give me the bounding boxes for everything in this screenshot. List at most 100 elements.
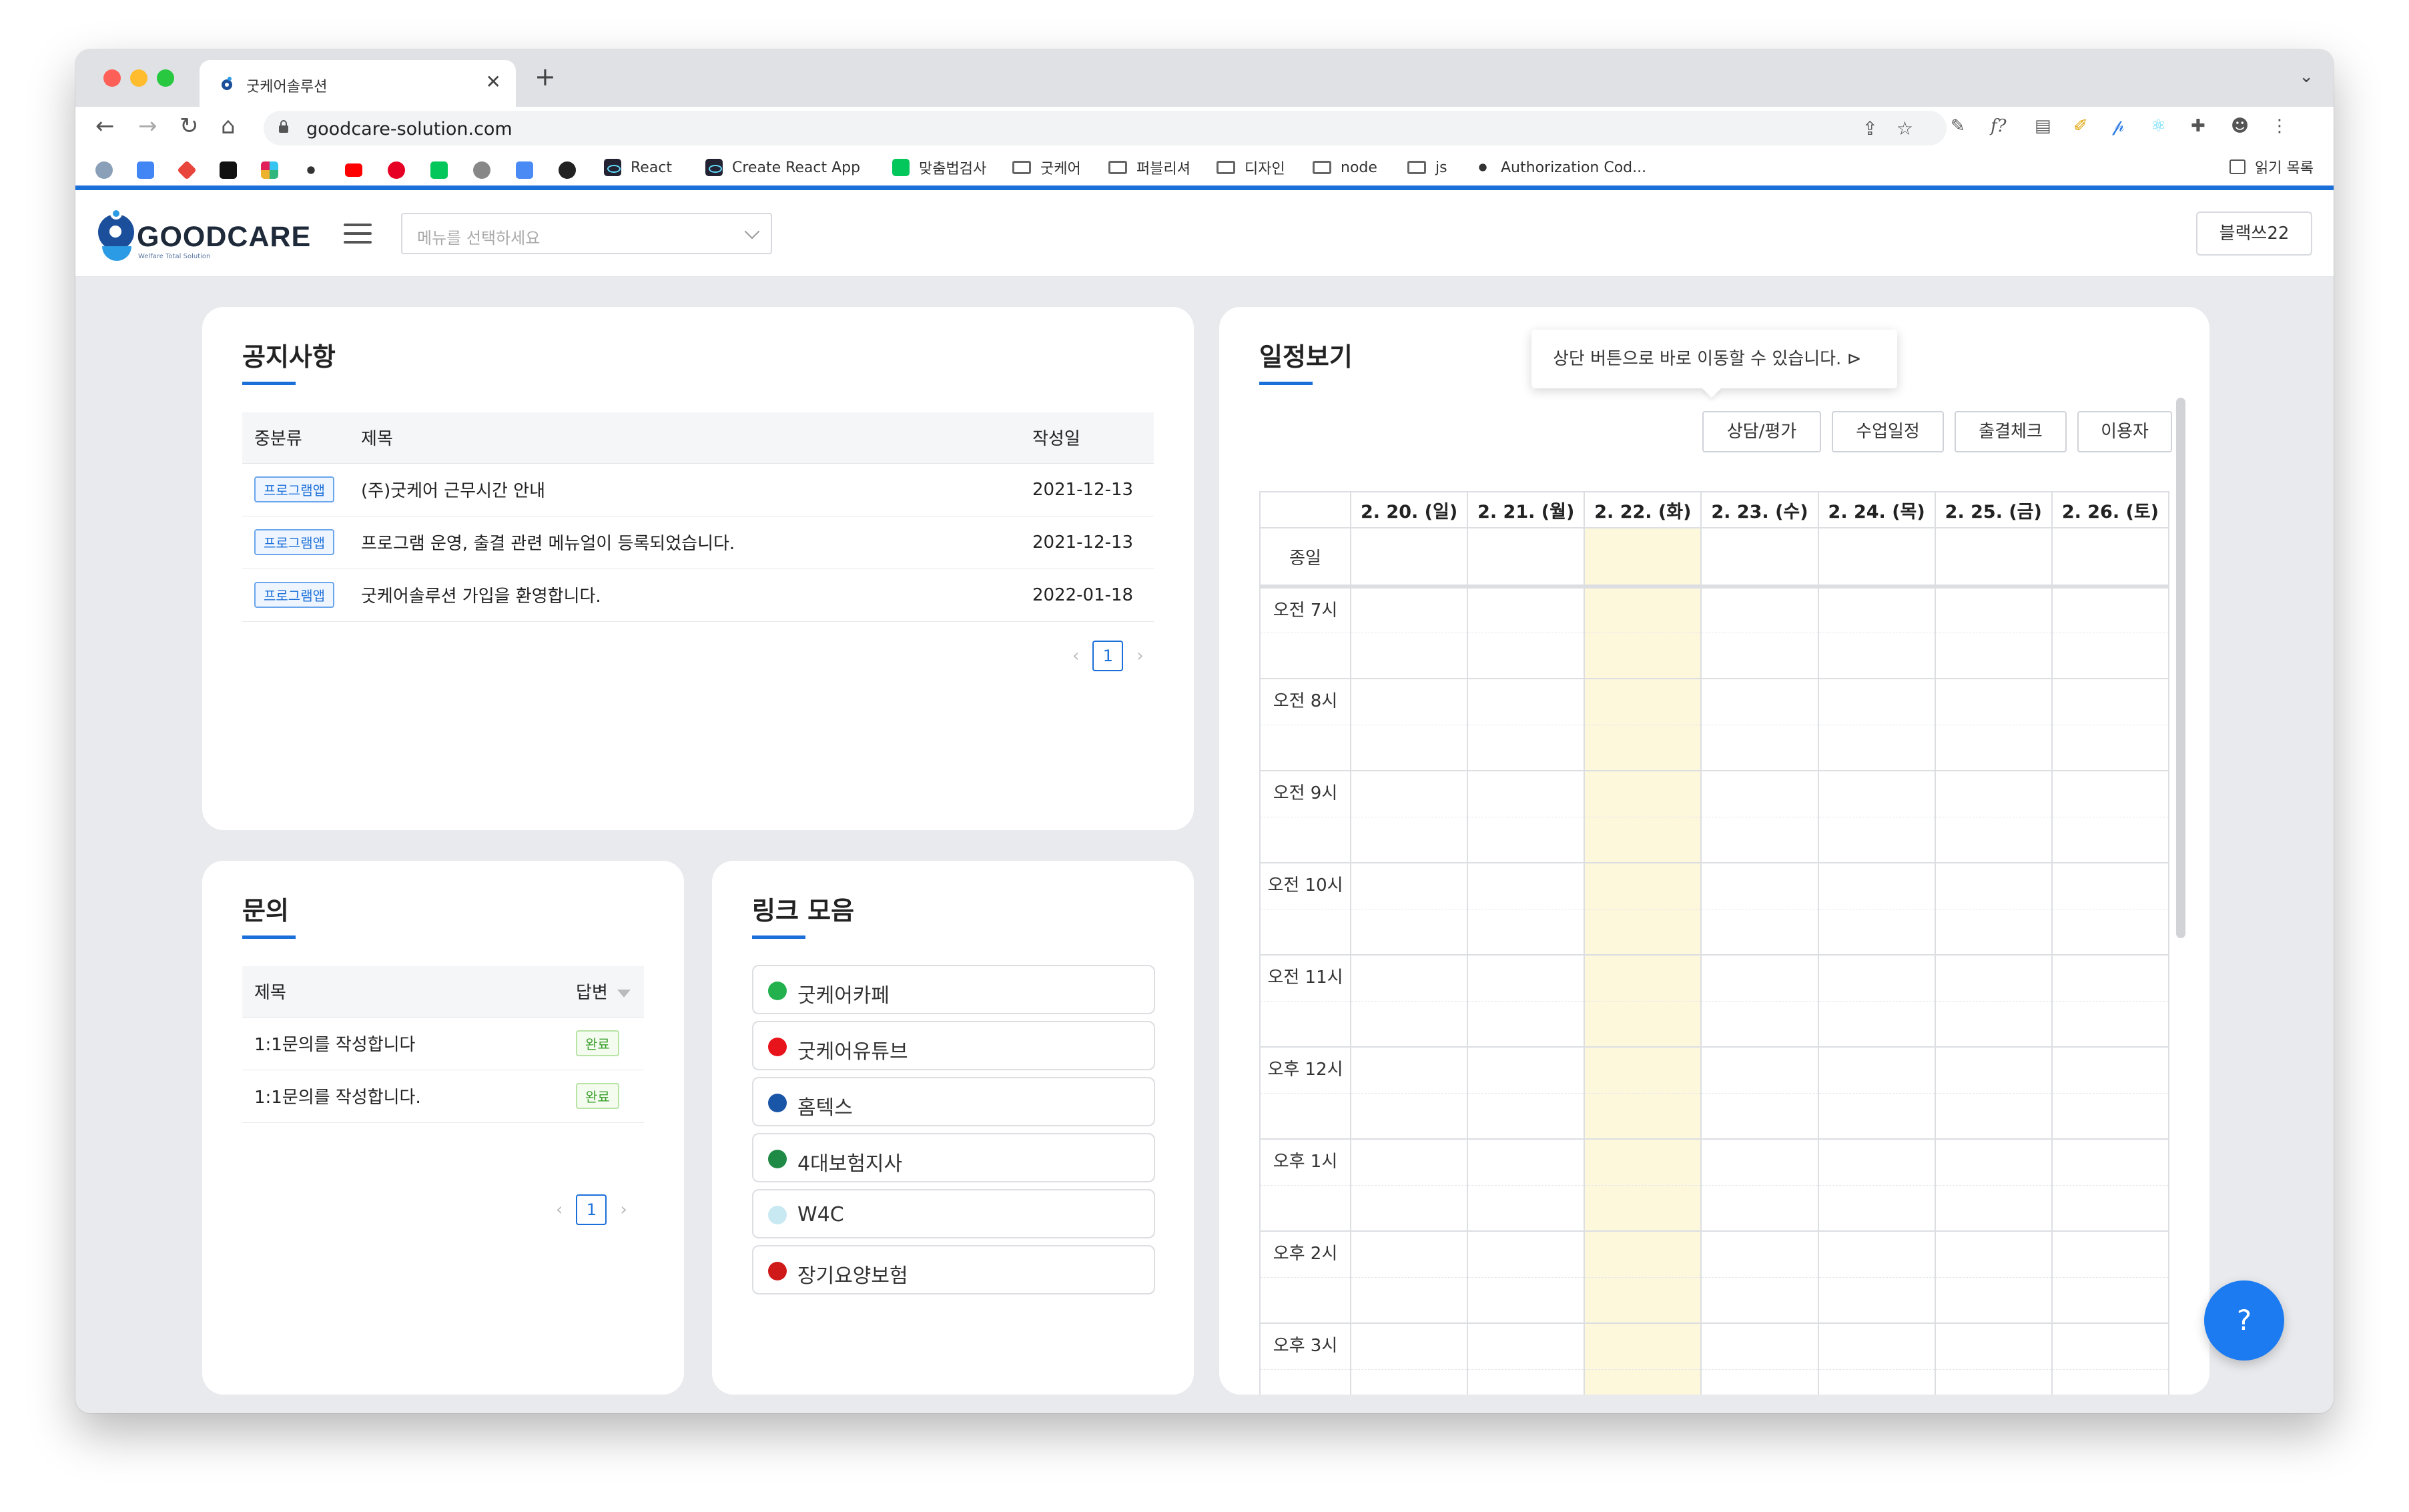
calendar-slot[interactable] [1700, 1323, 1819, 1370]
calendar-slot[interactable] [1700, 587, 1819, 633]
calendar-slot[interactable] [1584, 863, 1702, 909]
calendar-slot[interactable] [1817, 1369, 1936, 1395]
next-page-icon[interactable]: › [620, 1200, 627, 1220]
calendar-slot[interactable] [1349, 817, 1469, 863]
bookmark-folder-node[interactable]: node [1313, 156, 1377, 179]
notice-row-title[interactable]: 굿케어솔루션 가입을 환영합니다. [349, 569, 1020, 622]
calendar-slot[interactable] [2051, 817, 2170, 863]
bookmark-authorization[interactable]: Authorization Cod... [1474, 156, 1646, 179]
calendar-slot[interactable] [1467, 817, 1586, 863]
bookmark-folder-goodcare[interactable]: 굿케어 [1012, 156, 1081, 179]
calendar-slot[interactable] [1467, 1323, 1586, 1370]
link-item[interactable]: 굿케어카페 [752, 965, 1155, 1014]
filter-icon[interactable] [617, 989, 631, 998]
attendance-button[interactable]: 출결체크 [1955, 411, 2067, 452]
calendar-slot[interactable] [1700, 725, 1819, 771]
calendar-slot[interactable] [1934, 955, 2053, 1002]
calendar-slot[interactable] [1934, 1001, 2053, 1048]
calendar-slot[interactable] [2051, 1093, 2170, 1140]
bookmark-folder-publisher[interactable]: 퍼블리셔 [1108, 156, 1190, 179]
calendar-slot[interactable] [1934, 1185, 2053, 1232]
calendar-slot[interactable] [2051, 771, 2170, 817]
counseling-button[interactable]: 상담/평가 [1702, 411, 1821, 452]
calendar-slot[interactable] [1349, 1277, 1469, 1324]
calendar-slot[interactable] [1700, 1369, 1819, 1395]
calendar-slot[interactable] [1349, 1231, 1469, 1278]
class-schedule-button[interactable]: 수업일정 [1832, 411, 1944, 452]
calendar-slot[interactable] [1467, 955, 1586, 1002]
calendar-slot[interactable] [1817, 771, 1936, 817]
table-row[interactable]: 프로그램앱 프로그램 운영, 출결 관련 메뉴얼이 등록되었습니다. 2021-… [242, 516, 1154, 569]
bookmark-folder-js[interactable]: js [1407, 156, 1447, 179]
calendar-slot[interactable] [1467, 1231, 1586, 1278]
font-extension-icon[interactable]: f? [1991, 117, 2007, 135]
help-button[interactable]: ? [2204, 1280, 2284, 1361]
column-header-answer[interactable]: 답변 [564, 966, 644, 1018]
highlighter-extension-icon[interactable]: ✐ [2073, 117, 2088, 135]
calendar-slot[interactable] [2051, 725, 2170, 771]
bookmark-calendar-icon[interactable] [137, 161, 154, 179]
calendar-slot[interactable] [2051, 1001, 2170, 1048]
calendar-slot[interactable] [2051, 587, 2170, 633]
calendar-slot[interactable] [2051, 679, 2170, 725]
calendar-slot[interactable] [1467, 909, 1586, 956]
users-button[interactable]: 이용자 [2077, 411, 2172, 452]
bookmark-react[interactable]: React [604, 156, 672, 179]
calendar-slot[interactable] [2051, 1369, 2170, 1395]
link-item[interactable]: 굿케어유튜브 [752, 1021, 1155, 1070]
reload-icon[interactable]: ↻ [180, 115, 199, 137]
calendar-slot[interactable] [1467, 679, 1586, 725]
calendar-slot[interactable] [1817, 1139, 1936, 1186]
close-tab-icon[interactable]: ✕ [486, 71, 501, 93]
browser-menu-icon[interactable]: ⋮ [2271, 117, 2288, 135]
scrollbar[interactable] [2176, 398, 2185, 938]
bookmark-apple-icon[interactable] [473, 161, 490, 179]
calendar-slot[interactable] [2051, 1231, 2170, 1278]
calendar-slot[interactable] [1467, 1185, 1586, 1232]
home-icon[interactable]: ⌂ [221, 115, 236, 137]
calendar-slot[interactable] [1934, 1369, 2053, 1395]
notice-row-title[interactable]: (주)굿케어 근무시간 안내 [349, 463, 1020, 516]
calendar-slot[interactable] [1584, 1185, 1702, 1232]
calendar-slot[interactable] [1934, 771, 2053, 817]
calendar-slot[interactable] [2051, 1277, 2170, 1324]
bookmark-create-react-app[interactable]: Create React App [705, 156, 860, 179]
calendar-slot[interactable] [1584, 633, 1702, 679]
calendar-slot[interactable] [1700, 955, 1819, 1002]
calendar-slot[interactable] [1700, 771, 1819, 817]
calendar-slot[interactable] [1584, 1323, 1702, 1370]
next-page-icon[interactable]: › [1136, 646, 1143, 666]
calendar-slot[interactable] [2051, 909, 2170, 956]
calendar-slot[interactable] [1817, 587, 1936, 633]
calendar-slot[interactable] [1584, 1001, 1702, 1048]
inquiry-row-title[interactable]: 1:1문의를 작성합니다 [242, 1017, 564, 1070]
calendar-slot[interactable] [1934, 587, 2053, 633]
calendar-slot[interactable] [1467, 1277, 1586, 1324]
bookmark-folder-design[interactable]: 디자인 [1217, 156, 1285, 179]
calendar-slot[interactable] [1584, 725, 1702, 771]
page-number-button[interactable]: 1 [1092, 641, 1124, 671]
calendar-slot[interactable] [1817, 1001, 1936, 1048]
calendar-slot[interactable] [1584, 1139, 1702, 1186]
close-window-button[interactable] [103, 69, 121, 87]
calendar-slot[interactable] [1817, 679, 1936, 725]
minimize-window-button[interactable] [130, 69, 147, 87]
calendar-slot[interactable] [1817, 1277, 1936, 1324]
p-extension-icon[interactable]: 𝓅 [2112, 117, 2125, 135]
user-button[interactable]: 블랙쓰22 [2196, 212, 2312, 256]
calendar-slot[interactable] [1700, 1231, 1819, 1278]
back-arrow-icon[interactable]: ← [95, 115, 115, 137]
calendar-slot[interactable] [1584, 1047, 1702, 1094]
table-row[interactable]: 프로그램앱 굿케어솔루션 가입을 환영합니다. 2022-01-18 [242, 569, 1154, 622]
share-bookmark-icons[interactable]: ⇪☆ [1862, 117, 1932, 139]
calendar-slot[interactable] [1934, 1231, 2053, 1278]
link-item[interactable]: 장기요양보험 [752, 1245, 1155, 1294]
calendar-slot[interactable] [1584, 909, 1702, 956]
calendar-slot[interactable] [1817, 633, 1936, 679]
calendar-slot[interactable] [1934, 909, 2053, 956]
calendar-slot[interactable] [1700, 1139, 1819, 1186]
calendar-slot[interactable] [1467, 725, 1586, 771]
notice-row-title[interactable]: 프로그램 운영, 출결 관련 메뉴얼이 등록되었습니다. [349, 516, 1020, 569]
browser-tab[interactable]: 굿케어솔루션 ✕ [200, 60, 516, 107]
calendar-slot[interactable] [1467, 1369, 1586, 1395]
